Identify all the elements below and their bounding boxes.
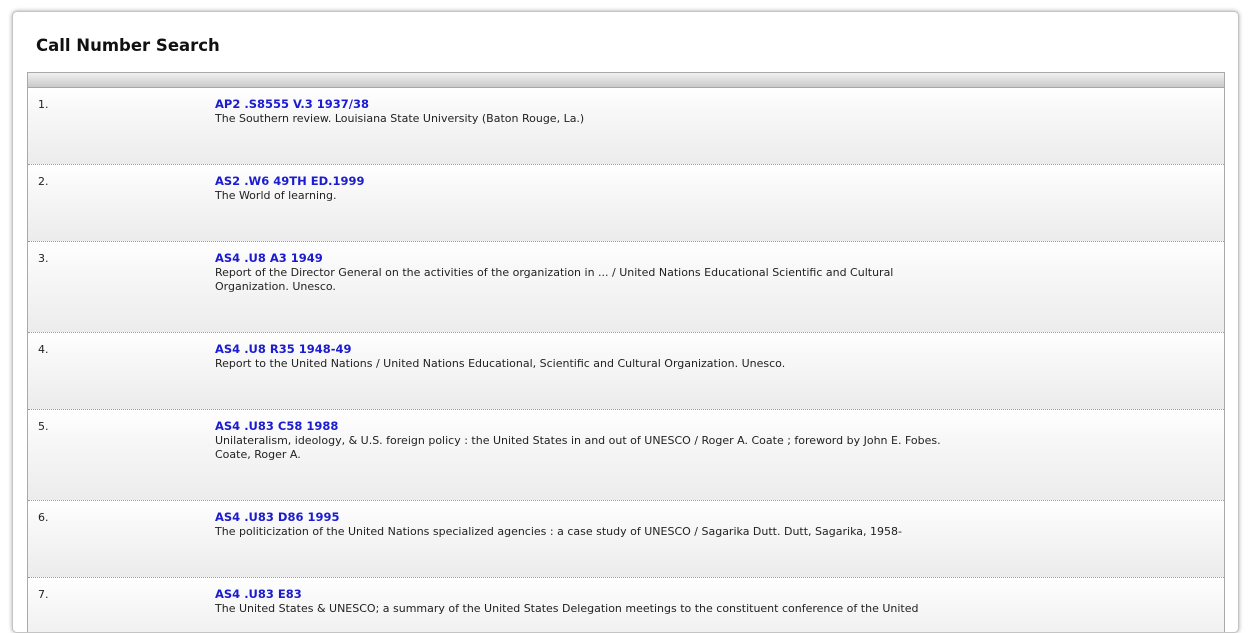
call-number-search-panel: Call Number Search 1. AP2 .S8555 V.3 193… bbox=[12, 11, 1239, 633]
result-row: 4. AS4 .U8 R35 1948-49 Report to the Uni… bbox=[28, 333, 1224, 410]
result-number: 7. bbox=[38, 588, 49, 601]
result-description: Report of the Director General on the ac… bbox=[215, 266, 894, 293]
call-number-link[interactable]: AP2 .S8555 V.3 1937/38 bbox=[215, 97, 369, 111]
result-description: Report to the United Nations / United Na… bbox=[215, 357, 786, 370]
result-number: 3. bbox=[38, 252, 49, 265]
result-number: 4. bbox=[38, 343, 49, 356]
result-description: The Southern review. Louisiana State Uni… bbox=[215, 112, 585, 125]
result-number: 2. bbox=[38, 175, 49, 188]
result-row: 5. AS4 .U83 C58 1988 Unilateralism, ideo… bbox=[28, 410, 1224, 501]
result-number: 5. bbox=[38, 420, 49, 433]
result-row: 6. AS4 .U83 D86 1995 The politicization … bbox=[28, 501, 1224, 578]
call-number-link[interactable]: AS4 .U83 D86 1995 bbox=[215, 510, 339, 524]
result-number: 1. bbox=[38, 98, 49, 111]
result-row: 7. AS4 .U83 E83 The United States & UNES… bbox=[28, 578, 1224, 632]
call-number-link[interactable]: AS4 .U83 E83 bbox=[215, 587, 302, 601]
call-number-link[interactable]: AS2 .W6 49TH ED.1999 bbox=[215, 174, 365, 188]
result-description: Unilateralism, ideology, & U.S. foreign … bbox=[215, 434, 941, 461]
call-number-link[interactable]: AS4 .U83 C58 1988 bbox=[215, 419, 338, 433]
page-title: Call Number Search bbox=[36, 36, 220, 55]
result-description: The United States & UNESCO; a summary of… bbox=[215, 602, 919, 615]
results-list: 1. AP2 .S8555 V.3 1937/38 The Southern r… bbox=[27, 72, 1225, 632]
results-header-bar bbox=[28, 73, 1224, 88]
result-row: 3. AS4 .U8 A3 1949 Report of the Directo… bbox=[28, 242, 1224, 333]
result-row: 1. AP2 .S8555 V.3 1937/38 The Southern r… bbox=[28, 88, 1224, 165]
result-description: The World of learning. bbox=[215, 189, 337, 202]
call-number-link[interactable]: AS4 .U8 R35 1948-49 bbox=[215, 342, 352, 356]
result-description: The politicization of the United Nations… bbox=[215, 525, 902, 538]
result-row: 2. AS2 .W6 49TH ED.1999 The World of lea… bbox=[28, 165, 1224, 242]
result-number: 6. bbox=[38, 511, 49, 524]
call-number-link[interactable]: AS4 .U8 A3 1949 bbox=[215, 251, 323, 265]
